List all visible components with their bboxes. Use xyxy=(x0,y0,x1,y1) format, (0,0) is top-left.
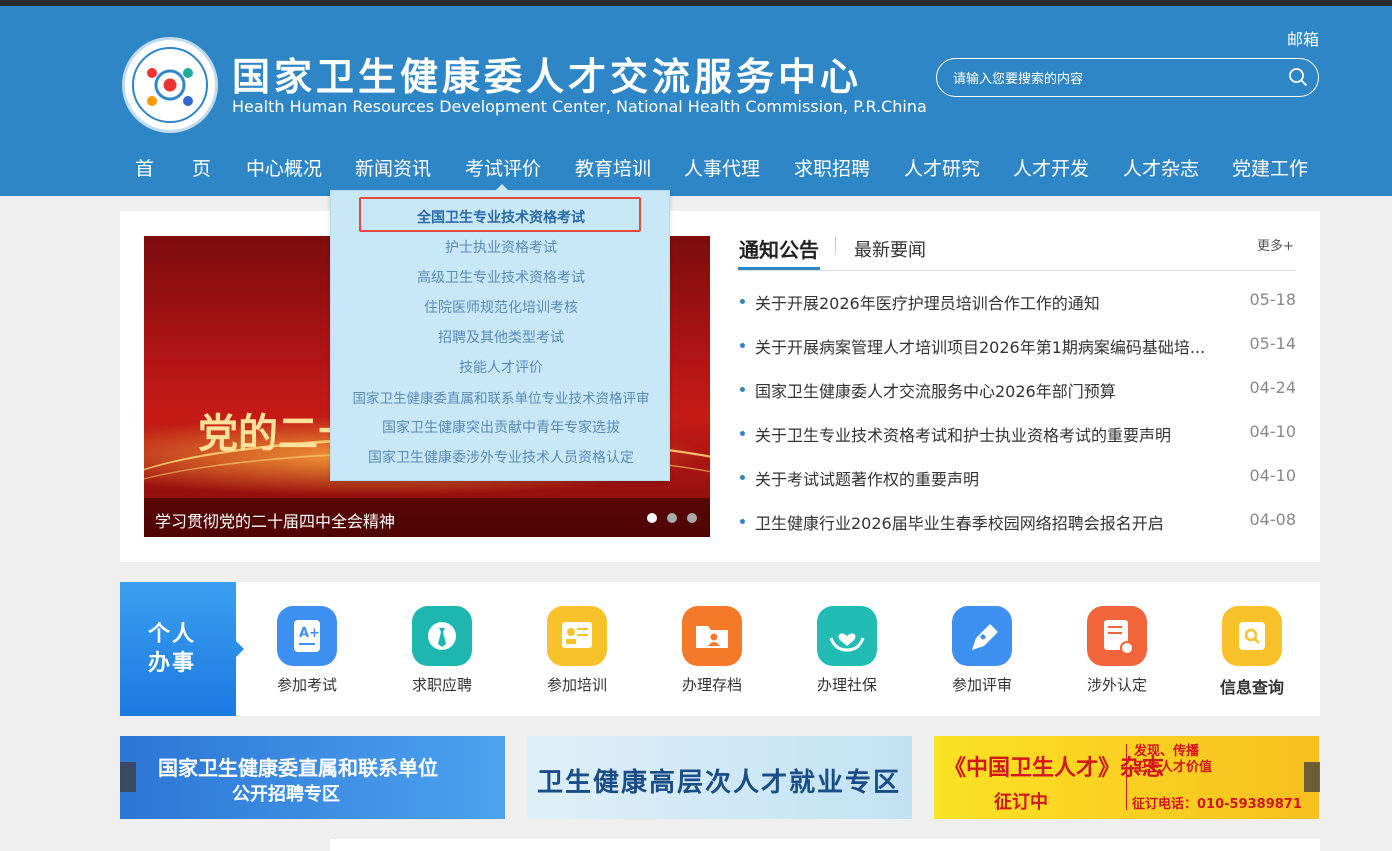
nav-about[interactable]: 中心概况 xyxy=(246,154,322,181)
pen-icon xyxy=(952,606,1012,666)
menu-item-foreign-qualification[interactable]: 国家卫生健康委涉外专业技术人员资格认定 xyxy=(331,447,671,467)
nav-home[interactable]: 首 页 xyxy=(135,154,211,181)
center-logo[interactable] xyxy=(125,40,215,130)
nav-party-building[interactable]: 党建工作 xyxy=(1232,154,1308,181)
nav-talent-magazine[interactable]: 人才杂志 xyxy=(1123,154,1199,181)
service-foreign-certification[interactable]: 涉外认定 xyxy=(1057,606,1177,706)
nav-education-training[interactable]: 教育培训 xyxy=(575,154,651,181)
search-icon[interactable] xyxy=(1288,67,1308,87)
certificate-icon xyxy=(1087,606,1147,666)
heart-hands-icon xyxy=(817,606,877,666)
tab-notices[interactable]: 通知公告 xyxy=(739,234,819,263)
nav-talent-development[interactable]: 人才开发 xyxy=(1013,154,1089,181)
exam-icon: A+ xyxy=(277,606,337,666)
folder-icon xyxy=(682,606,742,666)
tab-latest-news[interactable]: 最新要闻 xyxy=(854,236,926,262)
menu-item-nurse-exam[interactable]: 护士执业资格考试 xyxy=(331,237,671,257)
ad-affiliated-recruitment[interactable]: 国家卫生健康委直属和联系单位 公开招聘专区 xyxy=(120,736,505,819)
site-title: 国家卫生健康委人才交流服务中心 xyxy=(232,55,863,99)
service-training[interactable]: 参加培训 xyxy=(517,606,637,706)
site-header: 国家卫生健康委人才交流服务中心 Health Human Resources D… xyxy=(0,6,1392,196)
main-nav: 首 页 中心概况 新闻资讯 考试评价 教育培训 人事代理 求职招聘 人才研究 人… xyxy=(125,148,1325,192)
ad-high-level-talent[interactable]: 卫生健康高层次人才就业专区 xyxy=(527,736,912,819)
menu-item-skill-evaluation[interactable]: 技能人才评价 xyxy=(331,357,671,377)
nav-job-recruitment[interactable]: 求职招聘 xyxy=(794,154,870,181)
nav-news[interactable]: 新闻资讯 xyxy=(355,154,431,181)
more-link[interactable]: 更多+ xyxy=(1257,235,1294,254)
ad-magazine-subscription[interactable]: 《中国卫生人才》杂志 征订中 发现、传播 卫生人才价值 征订电话：010-5938… xyxy=(934,736,1319,819)
personal-affairs-label: 个人办事 xyxy=(120,582,244,716)
news-tabs: 通知公告 最新要闻 xyxy=(738,232,1296,271)
service-social-security[interactable]: 办理社保 xyxy=(787,606,907,706)
search-input[interactable] xyxy=(951,67,1275,91)
search-box xyxy=(936,58,1319,97)
service-info-query[interactable]: 信息查询 xyxy=(1192,606,1312,706)
carousel-next-arrow[interactable] xyxy=(1304,762,1320,792)
site-subtitle: Health Human Resources Development Cente… xyxy=(232,97,927,116)
tie-icon xyxy=(412,606,472,666)
menu-item-expert-selection[interactable]: 国家卫生健康突出贡献中青年专家选拔 xyxy=(331,417,671,437)
menu-item-resident-training[interactable]: 住院医师规范化培训考核 xyxy=(331,297,671,317)
carousel-prev-arrow[interactable] xyxy=(120,762,136,792)
menu-item-national-health-tech-exam[interactable]: 全国卫生专业技术资格考试 xyxy=(331,207,671,227)
list-item[interactable]: 关于开展病案管理人才培训项目2026年第1期病案编码基础培... 05-14 xyxy=(738,334,1296,357)
svg-text:A+: A+ xyxy=(299,626,320,641)
list-item[interactable]: 国家卫生健康委人才交流服务中心2026年部门预算 04-24 xyxy=(738,378,1296,401)
service-job-application[interactable]: 求职应聘 xyxy=(382,606,502,706)
list-item[interactable]: 关于开展2026年医疗护理员培训合作工作的通知 05-18 xyxy=(738,290,1296,313)
mail-link[interactable]: 邮箱 xyxy=(1287,26,1319,50)
service-archive[interactable]: 办理存档 xyxy=(652,606,772,706)
carousel-dot-3[interactable] xyxy=(687,513,697,523)
service-review[interactable]: 参加评审 xyxy=(922,606,1042,706)
menu-item-senior-tech-exam[interactable]: 高级卫生专业技术资格考试 xyxy=(331,267,671,287)
list-item[interactable]: 关于卫生专业技术资格考试和护士执业资格考试的重要声明 04-10 xyxy=(738,422,1296,445)
nav-talent-research[interactable]: 人才研究 xyxy=(904,154,980,181)
query-icon xyxy=(1222,606,1282,666)
training-icon xyxy=(547,606,607,666)
nav-exam-evaluation[interactable]: 考试评价 xyxy=(465,154,541,181)
menu-item-affiliated-review[interactable]: 国家卫生健康委直属和联系单位专业技术资格评审 xyxy=(331,387,671,407)
carousel-dot-2[interactable] xyxy=(667,513,677,523)
menu-item-recruitment-exam[interactable]: 招聘及其他类型考试 xyxy=(331,327,671,347)
nav-personnel-agency[interactable]: 人事代理 xyxy=(684,154,760,181)
bottom-panel xyxy=(330,839,1320,851)
list-item[interactable]: 卫生健康行业2026届毕业生春季校园网络招聘会报名开启 04-08 xyxy=(738,510,1296,533)
exam-evaluation-dropdown: 全国卫生专业技术资格考试 护士执业资格考试 高级卫生专业技术资格考试 住院医师规… xyxy=(330,184,671,481)
service-exam[interactable]: A+ 参加考试 xyxy=(247,606,367,706)
carousel-dot-1[interactable] xyxy=(647,513,657,523)
banner-caption[interactable]: 学习贯彻党的二十届四中全会精神 xyxy=(155,508,395,532)
list-item[interactable]: 关于考试试题著作权的重要声明 04-10 xyxy=(738,466,1296,489)
